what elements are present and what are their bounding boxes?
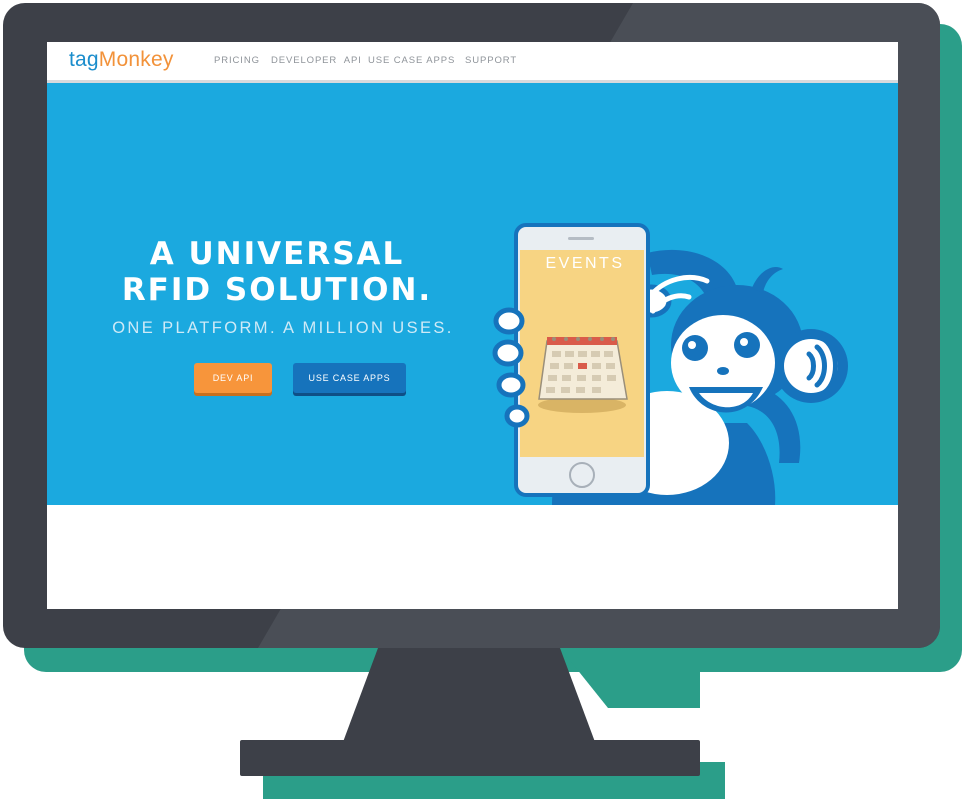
monitor-stand	[240, 648, 700, 776]
